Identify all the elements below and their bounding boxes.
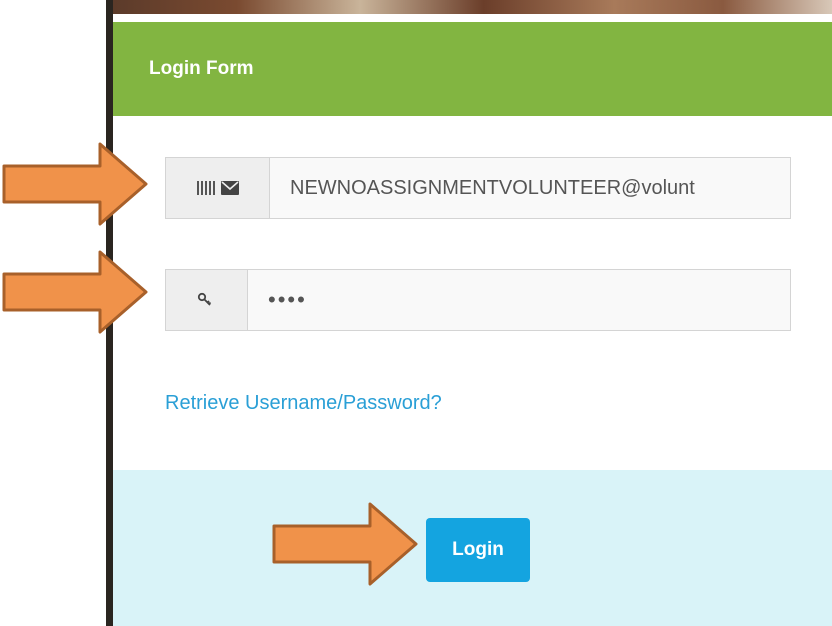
envelope-icon [220,181,239,195]
password-addon [166,270,248,330]
panel-header: Login Form [113,22,832,116]
barcode-icon [196,181,215,195]
email-field[interactable] [270,158,790,218]
password-field[interactable] [248,270,790,330]
background-strip [106,0,832,14]
arrow-right-icon [2,142,148,226]
login-panel: Login Form Retrieve Username/Password? L… [113,14,832,626]
arrow-right-icon [2,250,148,334]
arrow-right-icon [272,502,418,586]
login-button[interactable]: Login [426,518,530,582]
password-input-group [165,269,791,331]
retrieve-credentials-link[interactable]: Retrieve Username/Password? [165,392,442,415]
email-addon [166,158,270,218]
panel-title: Login Form [149,58,254,79]
email-input-group [165,157,791,219]
key-icon [197,292,211,306]
